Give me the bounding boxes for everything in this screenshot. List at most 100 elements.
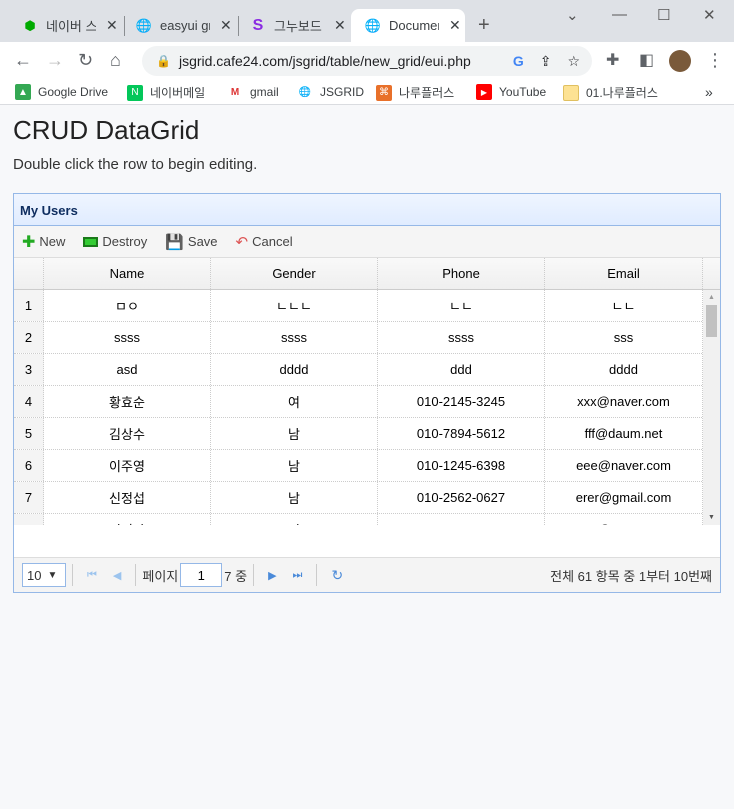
row-number: 8 [14,514,44,525]
bookmark-youtube[interactable]: ▶ YouTube [476,84,546,100]
back-icon[interactable]: ← [14,50,32,71]
tab-bar: ⬢네이버 스✕ 🌐easyui gr✕ S그누보드✕ 🌐Documen✕ + ⌄… [0,0,734,42]
grid-table: Name Gender Phone Email 1 ㅁㅇ ㄴㄴㄴ ㄴㄴ ㄴㄴ 2 ssss s… [14,258,720,525]
first-page-button[interactable]: ⏮ [87,569,97,582]
row-number: 5 [14,418,44,449]
gender-cell[interactable]: 여 [211,514,378,525]
phone-cell[interactable]: 010-8098-6250 [378,514,545,525]
email-cell[interactable]: eee@naver.com [545,450,703,481]
globe-icon: 🌐 [135,17,153,33]
extensions-icon[interactable]: ✚ [606,50,619,70]
name-cell[interactable]: ㅁㅇ [44,290,211,321]
prev-page-button[interactable]: ◀ [113,569,121,582]
google-icon[interactable]: G [513,53,524,69]
datagrid: My Users ✚ New Destroy 💾 Save ↶ Cancel Name… [13,193,721,593]
table-row[interactable]: 4 황효순 여 010-2145-3245 xxx@naver.com [14,386,720,418]
close-window-button[interactable]: ✕ [703,6,716,24]
email-cell[interactable]: dddd [545,354,703,385]
tab-gnuboard[interactable]: S 그누보드 ✕ [236,9,346,42]
gender-cell[interactable]: 여 [211,386,378,417]
maximize-button[interactable]: ☐ [657,6,670,24]
gender-cell[interactable]: 남 [211,482,378,513]
table-row[interactable]: 2 ssss ssss ssss sss [14,322,720,354]
table-row[interactable]: 6 이주영 남 010-1245-6398 eee@naver.com [14,450,720,482]
tab-easyui[interactable]: 🌐 easyui gr ✕ [122,9,232,42]
gender-cell[interactable]: dddd [211,354,378,385]
phone-cell[interactable]: 010-2562-0627 [378,482,545,513]
row-number: 4 [14,386,44,417]
address-bar[interactable]: 🔒 jsgrid.cafe24.com/jsgrid/table/new_gri… [142,46,592,76]
bookmark-folder[interactable]: 01.나루플러스 [563,84,658,101]
new-tab-button[interactable]: + [478,14,490,37]
name-cell[interactable]: 황효순 [44,386,211,417]
next-page-button[interactable]: ▶ [268,569,276,582]
close-icon[interactable]: ✕ [106,17,118,34]
new-button[interactable]: ✚ New [22,232,65,252]
bookmark-gmail[interactable]: Mgmail [227,84,279,100]
email-cell[interactable]: fff@daum.net [545,418,703,449]
column-header-email[interactable]: Email [545,258,703,289]
share-icon[interactable]: ⇪ [540,53,552,70]
tab-naver[interactable]: ⬢ 네이버 스 ✕ [8,9,118,42]
table-row[interactable]: 3 asd dddd ddd dddd [14,354,720,386]
save-button[interactable]: 💾 Save [165,233,217,251]
home-icon[interactable]: ⌂ [110,50,121,71]
table-row[interactable]: 7 신정섭 남 010-2562-0627 erer@gmail.com [14,482,720,514]
bookmark-naver-mail[interactable]: N 네이버메일 [127,84,205,101]
name-cell[interactable]: ssss [44,322,211,353]
email-cell[interactable]: ㄴㄴ [545,290,703,321]
page-size-select[interactable]: 10 ▼ [22,563,66,587]
email-cell[interactable]: sss [545,322,703,353]
more-bookmarks-icon[interactable]: » [705,84,713,100]
table-row[interactable]: 8이지아여010-8098-6250ggg@naver.com [14,514,720,525]
avatar[interactable] [669,50,691,72]
gender-cell[interactable]: 남 [211,418,378,449]
email-cell[interactable]: xxx@naver.com [545,386,703,417]
refresh-icon[interactable]: ↻ [331,567,343,584]
name-cell[interactable]: 김상수 [44,418,211,449]
name-cell[interactable]: 신정섭 [44,482,211,513]
column-header-phone[interactable]: Phone [378,258,545,289]
table-row[interactable]: 5 김상수 남 010-7894-5612 fff@daum.net [14,418,720,450]
name-cell[interactable]: 이주영 [44,450,211,481]
add-icon: ✚ [22,233,36,251]
column-header-gender[interactable]: Gender [211,258,378,289]
tab-document[interactable]: 🌐Documen✕ [351,9,465,42]
email-cell[interactable]: erer@gmail.com [545,482,703,513]
name-cell[interactable]: 이지아 [44,514,211,525]
row-number: 2 [14,322,44,353]
phone-cell[interactable]: ssss [378,322,545,353]
gender-cell[interactable]: ㄴㄴㄴ [211,290,378,321]
gender-cell[interactable]: 남 [211,450,378,481]
page-input[interactable] [180,563,223,587]
table-row[interactable]: 1 ㅁㅇ ㄴㄴㄴ ㄴㄴ ㄴㄴ [14,290,720,322]
bookmark-google-drive[interactable]: ▲ Google Drive [15,84,108,100]
column-header-name[interactable]: Name [44,258,211,289]
reload-icon[interactable]: ↻ [78,50,93,71]
email-cell[interactable]: ggg@naver.com [545,514,703,525]
s-logo-icon: S [252,16,264,34]
last-page-button[interactable]: ⏭ [293,569,303,582]
phone-cell[interactable]: ㄴㄴ [378,290,545,321]
minimize-button[interactable]: — [612,6,627,23]
close-icon[interactable]: ✕ [220,17,232,34]
grid-toolbar: ✚ New Destroy 💾 Save ↶ Cancel [14,226,720,258]
side-panel-icon[interactable]: ◧ [639,50,654,70]
name-cell[interactable]: asd [44,354,211,385]
phone-cell[interactable]: 010-7894-5612 [378,418,545,449]
scrollbar[interactable]: ▲ ▼ [703,290,720,525]
destroy-button[interactable]: Destroy [83,234,147,249]
cancel-button[interactable]: ↶ Cancel [236,233,293,251]
tab-search-icon[interactable]: ⌄ [566,6,579,24]
star-icon[interactable]: ☆ [567,53,580,70]
phone-cell[interactable]: ddd [378,354,545,385]
close-icon[interactable]: ✕ [449,17,461,34]
phone-cell[interactable]: 010-1245-6398 [378,450,545,481]
gender-cell[interactable]: ssss [211,322,378,353]
close-icon[interactable]: ✕ [334,17,346,34]
forward-icon[interactable]: → [46,50,64,71]
bookmark-jsgrid[interactable]: 🌐 JSGRID [297,84,364,100]
menu-icon[interactable]: ⋮ [706,50,724,71]
bookmark-naruplus[interactable]: ⌘ 나루플러스 [376,84,454,101]
phone-cell[interactable]: 010-2145-3245 [378,386,545,417]
